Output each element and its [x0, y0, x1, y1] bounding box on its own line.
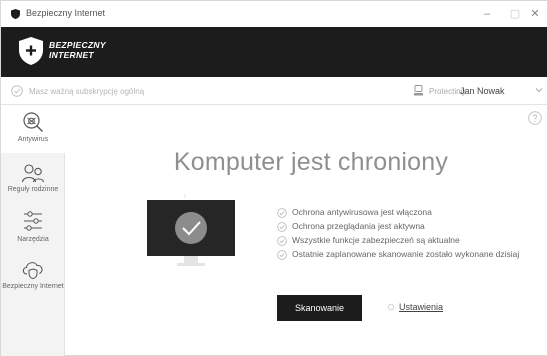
sidebar-item-label: Reguły rodzinne: [7, 186, 59, 193]
scan-button[interactable]: Skanowanie: [277, 295, 362, 321]
subscription-status: Masz ważną subskrypcję ogólną: [29, 87, 145, 96]
status-text: Ochrona przeglądania jest aktywna: [292, 221, 425, 231]
protection-status-list: Ochrona antywirusowa jest włączona Ochro…: [277, 207, 539, 263]
tools-icon: [24, 211, 42, 231]
sidebar-item-label: Antywirus: [17, 136, 49, 143]
sidebar-item-antywirus[interactable]: Antywirus: [1, 105, 65, 153]
check-circle-icon: [277, 222, 287, 232]
status-item: Wszystkie funkcje zabezpieczeń są aktual…: [277, 235, 539, 246]
family-rules-icon: [21, 164, 45, 183]
protected-user-name[interactable]: Jan Nowak: [460, 86, 505, 96]
app-window: Bezpieczny Internet – ▢ ✕ BEZPIECZNY INT…: [0, 0, 548, 356]
check-circle-icon: [277, 250, 287, 260]
sidebar-item-narzedzia[interactable]: Narzędzia: [1, 209, 65, 255]
sidebar-item-bezpieczny-internet[interactable]: Bezpieczny Internet: [1, 258, 65, 308]
sidebar-item-label: Narzędzia: [17, 236, 49, 243]
sidebar: Antywirus Reguły rodzinne Narzędzia Bezp…: [1, 105, 65, 356]
status-text: Ochrona antywirusowa jest włączona: [292, 207, 432, 217]
chevron-down-icon[interactable]: [535, 87, 543, 93]
close-button[interactable]: ✕: [522, 4, 548, 24]
safe-internet-icon: [22, 262, 43, 280]
brand-line-2: INTERNET: [49, 50, 94, 60]
brand-line-1: BEZPIECZNY: [49, 40, 106, 50]
check-circle-icon: [11, 85, 23, 97]
brand-logo-text: BEZPIECZNY INTERNET: [49, 40, 106, 60]
settings-link[interactable]: Ustawienia: [399, 302, 443, 312]
shield-plus-icon: [19, 37, 43, 65]
status-text: Wszystkie funkcje zabezpieczeń są aktual…: [292, 235, 460, 245]
gear-icon: [387, 303, 395, 311]
app-shield-icon: [11, 9, 20, 19]
status-item: Ochrona antywirusowa jest włączona: [277, 207, 539, 218]
subscription-bar: Masz ważną subskrypcję ogólną Protecting…: [1, 77, 547, 105]
protection-status-headline: Komputer jest chroniony: [173, 148, 449, 176]
status-item: Ochrona przeglądania jest aktywna: [277, 221, 539, 232]
antivirus-icon: [23, 112, 43, 132]
check-circle-icon: [277, 236, 287, 246]
sidebar-item-label: Bezpieczny Internet: [2, 283, 64, 290]
status-text: Ostatnie zaplanowane skanowanie zostało …: [292, 249, 520, 259]
title-bar: Bezpieczny Internet – ▢ ✕: [1, 1, 547, 27]
help-icon[interactable]: [528, 111, 542, 125]
window-title: Bezpieczny Internet: [26, 8, 106, 18]
brand-header: BEZPIECZNY INTERNET: [1, 27, 547, 77]
sidebar-item-regula-rodzinne[interactable]: Reguły rodzinne: [1, 163, 65, 207]
status-item: Ostatnie zaplanowane skanowanie zostało …: [277, 249, 539, 260]
minimize-button[interactable]: –: [474, 4, 500, 24]
check-circle-icon: [277, 208, 287, 218]
monitor-check-illustration: [147, 194, 235, 266]
device-icon: [414, 85, 423, 96]
